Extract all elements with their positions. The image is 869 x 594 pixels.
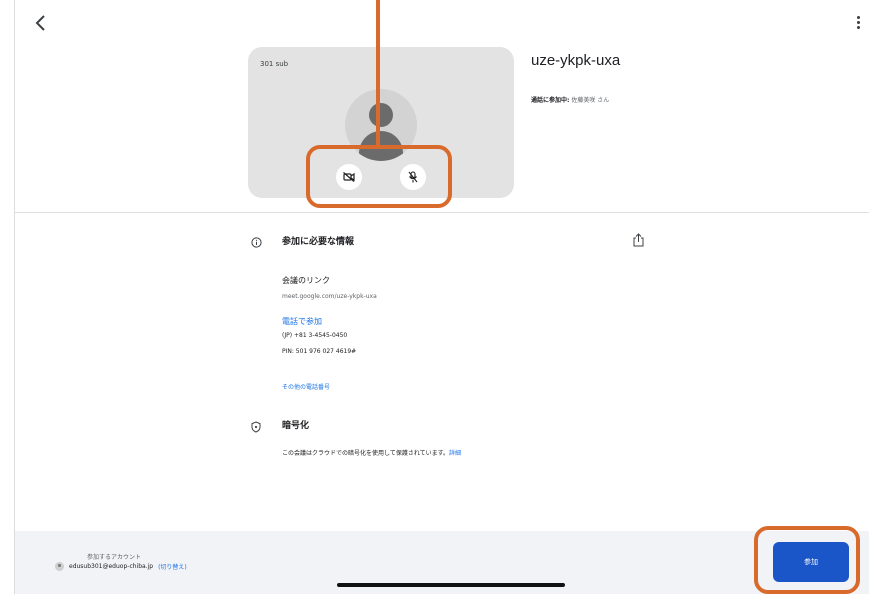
footer-bar: 参加するアカウント edusub301@eduop-chiba.jp (切り替え… (15, 531, 869, 594)
meet-prejoin-screen: 301 sub uze-ykpk-uxa 通話に参加中: 佐藤美咲 さん 参加に… (14, 0, 869, 594)
annotation-pointer-line (376, 0, 380, 145)
account-title: 参加するアカウント (87, 554, 142, 561)
phone-number: (JP) +81 3-4545-0450 (282, 332, 348, 339)
account-avatar-icon (55, 562, 64, 571)
joining-info-title: 参加に必要な情報 (282, 237, 355, 247)
back-icon[interactable] (33, 14, 47, 32)
encryption-text: この会議はクラウドでの暗号化を使用して保護されています。詳細 (282, 448, 461, 457)
phone-pin: PIN: 501 976 027 4619# (282, 348, 357, 355)
encryption-title: 暗号化 (282, 421, 310, 431)
shield-icon (251, 418, 261, 437)
more-options-icon[interactable] (855, 16, 861, 32)
share-icon[interactable] (633, 232, 644, 251)
joined-label: 通話に参加中: (531, 97, 570, 104)
avatar-head (369, 103, 393, 127)
meeting-code: uze-ykpk-uxa (531, 52, 621, 69)
joined-name: 佐藤美咲 さん (569, 97, 610, 104)
home-indicator[interactable] (337, 583, 565, 587)
join-by-phone-link[interactable]: 電話で参加 (282, 316, 322, 327)
preview-name-label: 301 sub (260, 60, 289, 68)
annotation-box-join (754, 526, 860, 594)
account-email: edusub301@eduop-chiba.jp (69, 563, 154, 570)
encryption-description: この会議はクラウドでの暗号化を使用して保護されています。 (282, 450, 450, 457)
meeting-link-label: 会議のリンク (282, 276, 330, 285)
account-row: edusub301@eduop-chiba.jp (切り替え) (55, 562, 187, 571)
switch-account-link[interactable]: (切り替え) (158, 562, 187, 571)
encryption-details-link[interactable]: 詳細 (449, 450, 461, 457)
participants-status: 通話に参加中: 佐藤美咲 さん (531, 95, 609, 104)
meeting-link-url[interactable]: meet.google.com/uze-ykpk-uxa (282, 293, 377, 300)
info-icon (251, 233, 262, 252)
other-numbers-link[interactable]: その他の電話番号 (282, 382, 330, 391)
section-divider (15, 212, 869, 213)
annotation-box-controls (306, 145, 452, 208)
